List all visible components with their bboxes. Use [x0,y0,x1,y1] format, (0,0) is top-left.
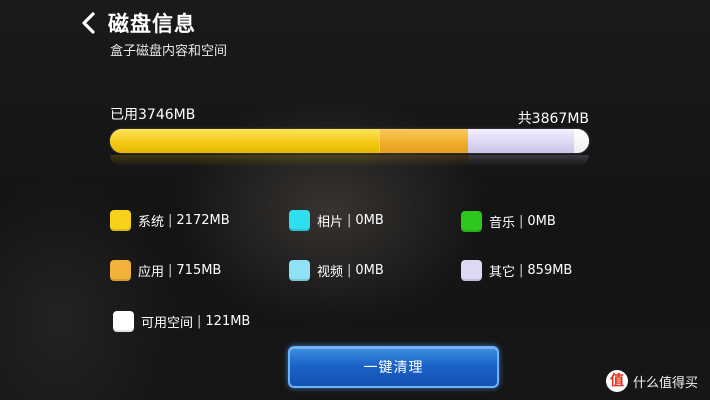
chevron-left-icon [82,12,95,34]
watermark-logo-icon: 值 [605,370,628,392]
legend-item-system: 系统 | 2172MB [110,209,230,231]
legend-separator: | [347,262,352,278]
legend-separator: | [197,313,202,329]
storage-usage-bar [110,129,589,153]
legend-value-apps: 715MB [176,262,222,278]
legend-label-apps: 应用 [138,264,165,280]
watermark-logo-char: 值 [609,373,624,389]
legend-value-system: 2172MB [176,212,230,228]
legend-item-other: 其它 | 859MB [461,259,572,281]
legend-label-video: 视频 [317,264,344,280]
legend-item-photos: 相片 | 0MB [289,209,384,231]
watermark: 值 什么值得买 [605,370,698,392]
legend-value-photos: 0MB [355,212,384,228]
apps-color-swatch [110,259,131,281]
music-color-swatch [461,210,482,232]
legend-separator: | [347,212,352,228]
bar-segment-apps [379,129,469,153]
legend-value-video: 0MB [355,262,384,278]
legend-value-music: 0MB [527,213,556,229]
legend-item-video: 视频 | 0MB [289,259,384,281]
storage-bar-reflection [110,155,589,167]
one-click-clean-button[interactable]: 一键清理 [288,346,499,388]
watermark-text: 什么值得买 [632,375,698,391]
free-color-swatch [113,310,134,332]
back-button[interactable] [78,10,100,36]
legend-label-free: 可用空间 [141,315,194,331]
legend-label-system: 系统 [138,214,165,230]
system-color-swatch [110,209,131,231]
other-color-swatch [461,259,482,281]
legend-value-other: 859MB [527,262,573,278]
legend-value-free: 121MB [205,313,251,329]
page-title: 磁盘信息 [108,12,196,36]
legend-item-music: 音乐 | 0MB [461,210,556,232]
legend-item-apps: 应用 | 715MB [110,259,221,281]
used-space-label: 已用3746MB [110,107,196,123]
legend-label-photos: 相片 [317,214,344,230]
legend-separator: | [519,262,524,278]
video-color-swatch [289,259,310,281]
legend-separator: | [519,213,524,229]
total-space-label: 共3867MB [517,111,589,127]
photos-color-swatch [289,209,310,231]
bar-segment-system [110,129,380,153]
legend-separator: | [168,212,173,228]
legend-item-free: 可用空间 | 121MB [113,310,250,332]
legend-label-music: 音乐 [489,215,516,231]
bar-segment-free [574,129,589,153]
legend-label-other: 其它 [489,264,516,280]
legend-separator: | [168,262,173,278]
bar-segment-other [467,129,574,153]
page-subtitle: 盒子磁盘内容和空间 [110,44,228,59]
